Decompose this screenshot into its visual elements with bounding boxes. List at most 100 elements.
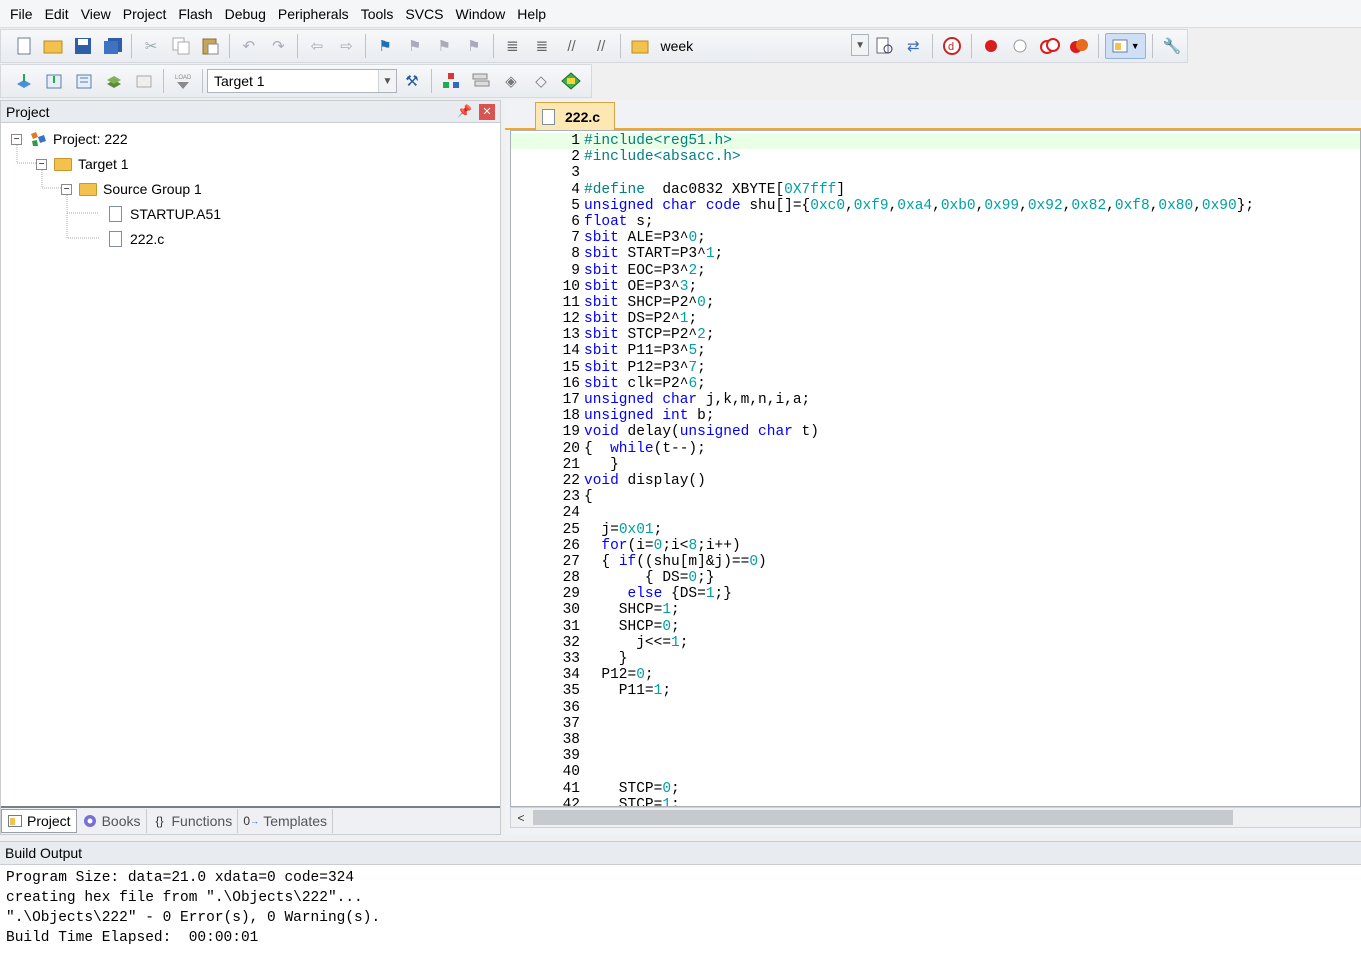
menu-window[interactable]: Window [450,0,512,28]
navigate-forward-icon[interactable]: ⇨ [334,33,360,59]
tree-item-file[interactable]: STARTUP.A51 [105,203,221,225]
line-number: 22 [562,472,580,489]
redo-icon[interactable]: ↷ [266,33,292,59]
build-output-text[interactable]: Program Size: data=21.0 xdata=0 code=324… [0,865,1361,948]
code-text: } [584,651,628,667]
chevron-down-icon[interactable]: ▼ [851,34,870,56]
code-token: ;i< [662,537,689,554]
menu-debug[interactable]: Debug [219,0,272,28]
line-number: 17 [562,392,580,408]
paste-icon[interactable] [197,33,223,59]
collapse-icon[interactable]: − [61,183,72,195]
breakpoint-kill-all-icon[interactable] [1066,33,1092,59]
run-time-environment-icon[interactable] [558,68,584,94]
menu-project[interactable]: Project [117,0,173,28]
horizontal-scrollbar[interactable]: < [510,807,1361,828]
window-layout-icon[interactable]: ▼ [1105,33,1147,59]
code-token: ; [697,262,706,279]
bookmark-previous-icon[interactable]: ⚑ [402,33,428,59]
line-number: 27 [562,553,580,570]
bookmark-clear-icon[interactable]: ⚑ [461,33,487,59]
code-line: 2 #include<absacc.h> [511,149,1360,165]
unindent-icon[interactable]: ≣ [529,33,555,59]
code-token: ; [705,294,715,311]
tree-item-target[interactable]: − Target 1 [36,153,129,175]
batch-build-icon[interactable] [101,68,127,94]
file-extensions-icon[interactable] [468,68,494,94]
open-folder-icon[interactable] [41,33,67,59]
code-token: j,k,m,n,i,a; [697,392,811,408]
code-token: ; [679,634,689,651]
comment-icon[interactable]: // [559,33,585,59]
new-file-icon[interactable] [11,33,37,59]
translate-icon[interactable] [11,68,37,94]
indent-icon[interactable]: ≣ [500,33,526,59]
target-options-icon[interactable]: ⚒ [399,68,425,94]
find-in-files-icon[interactable] [627,33,653,59]
close-icon[interactable]: ✕ [479,104,495,120]
find-icon[interactable] [871,33,897,59]
menu-svcs[interactable]: SVCS [399,0,449,28]
code-line: 24 [511,505,1360,521]
rebuild-icon[interactable] [71,68,97,94]
navigate-back-icon[interactable]: ⇦ [304,33,330,59]
undo-icon[interactable]: ↶ [236,33,262,59]
copy-icon[interactable] [168,33,194,59]
menu-peripherals[interactable]: Peripherals [272,0,355,28]
incremental-find-icon[interactable]: ⇄ [901,33,927,59]
find-combo[interactable]: week ▼ [654,34,870,58]
tree-item-source-group[interactable]: − Source Group 1 [61,178,202,200]
tree-item-file[interactable]: 222.c [105,228,164,250]
configure-icon[interactable]: 🔧 [1159,33,1185,59]
line-number: 5 [571,197,580,214]
menu-view[interactable]: View [75,0,117,28]
tab-templates[interactable]: 0 → Templates [238,809,334,833]
pin-icon[interactable]: 📌 [457,104,472,118]
build-icon[interactable] [41,68,67,94]
bookmark-insert-icon[interactable]: ⚑ [372,33,398,59]
menu-edit[interactable]: Edit [39,0,75,28]
manage-project-items-icon[interactable] [438,68,464,94]
code-token: ; [714,246,724,263]
project-window-icon [7,814,23,828]
code-token: j= [584,521,619,538]
select-packs-icon[interactable]: ◈ [498,68,524,94]
code-token: 0 [662,780,672,797]
target-select[interactable]: Target 1 ▼ [207,69,397,93]
uncomment-icon[interactable]: // [588,33,614,59]
breakpoint-enable-icon[interactable] [1007,33,1033,59]
scroll-left-icon[interactable]: < [511,808,531,827]
code-token: SHCP= [584,618,663,635]
tab-project[interactable]: Project [1,809,77,833]
code-token: P12= [584,667,637,684]
menu-tools[interactable]: Tools [355,0,400,28]
save-icon[interactable] [70,33,96,59]
code-text: { [584,489,593,505]
stop-build-icon[interactable] [131,68,157,94]
code-token: sbit [584,230,619,247]
code-editor[interactable]: 1 #include<reg51.h> 2 #include<absacc.h> 3 4 #… [510,130,1361,807]
software-components-icon[interactable]: ◇ [528,68,554,94]
menu-file[interactable]: File [4,0,39,28]
tree-item-project[interactable]: − Project: 222 [11,128,128,150]
menu-help[interactable]: Help [511,0,552,28]
collapse-icon[interactable]: − [11,133,22,145]
scrollbar-thumb[interactable] [533,810,1233,825]
bookmark-next-icon[interactable]: ⚑ [431,33,457,59]
menu-flash[interactable]: Flash [172,0,218,28]
code-line: 42 STCP=1; [511,797,1360,806]
debug-session-icon[interactable]: d [939,33,965,59]
tab-books[interactable]: Books [77,809,147,833]
code-text: sbit P11=P3^5; [584,343,706,359]
save-all-icon[interactable] [100,33,126,59]
download-icon[interactable]: LOAD [170,68,196,94]
breakpoint-insert-icon[interactable] [978,33,1004,59]
breakpoint-disable-all-icon[interactable] [1037,33,1063,59]
code-text: unsigned char j,k,m,n,i,a; [584,392,810,408]
collapse-icon[interactable]: − [36,158,47,170]
editor-tab-222c[interactable]: 222.c [535,102,615,130]
cut-icon[interactable]: ✂ [138,33,164,59]
tab-functions[interactable]: {} Functions [147,809,239,833]
chevron-down-icon[interactable]: ▼ [378,70,396,92]
